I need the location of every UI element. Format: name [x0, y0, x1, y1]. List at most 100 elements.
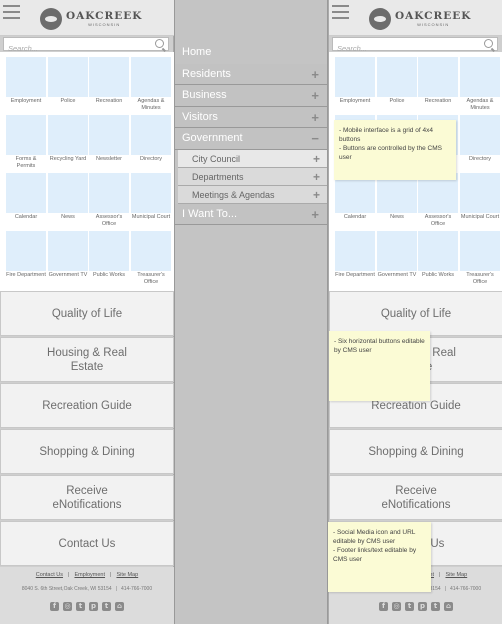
hamburger-menu-icon[interactable]: [332, 5, 349, 19]
tile-fire-department[interactable]: Fire Department: [6, 231, 46, 279]
tile-label: Directory: [468, 156, 491, 162]
facebook-icon[interactable]: f: [50, 602, 59, 611]
tile-label: Directory: [139, 156, 162, 162]
menu-item-residents[interactable]: Residents +: [175, 63, 327, 85]
tile-label: Calendar: [14, 214, 38, 220]
tile-agendas-minutes[interactable]: Agendas & Minutes: [460, 57, 500, 111]
footer-link-contact[interactable]: Contact Us: [36, 572, 63, 578]
tile-municipal-court[interactable]: Municipal Court: [460, 173, 500, 221]
plus-icon[interactable]: +: [311, 64, 319, 85]
pinterest-icon[interactable]: p: [89, 602, 98, 611]
tile-grid: Employment Police Recreation Agendas & Minu…: [0, 52, 174, 291]
tile-police[interactable]: Police: [377, 57, 417, 105]
tile-public-works[interactable]: Public Works: [89, 231, 129, 279]
plus-icon[interactable]: +: [311, 85, 319, 106]
button-recreation-guide[interactable]: Recreation Guide: [0, 383, 174, 428]
footer-link-employment[interactable]: Employment: [74, 572, 105, 578]
tile-government-tv[interactable]: Government TV: [48, 231, 88, 279]
plus-icon[interactable]: +: [311, 107, 319, 128]
logo[interactable]: OAKCREEK WISCONSIN: [369, 7, 471, 31]
submenu-item-city-council[interactable]: City Council +: [178, 149, 327, 168]
menu-label: Business: [182, 89, 227, 101]
minus-icon[interactable]: −: [311, 128, 319, 149]
search-icon[interactable]: [484, 39, 493, 48]
tile-public-works[interactable]: Public Works: [418, 231, 458, 279]
tile-image: [418, 231, 458, 271]
menu-item-government[interactable]: Government −: [175, 128, 327, 150]
tile-calendar[interactable]: Calendar: [6, 173, 46, 221]
tile-directory[interactable]: Directory: [131, 115, 171, 163]
tile-recreation[interactable]: Recreation: [418, 57, 458, 105]
tile-image: [89, 115, 129, 155]
tumblr-icon[interactable]: t: [102, 602, 111, 611]
twitter-icon[interactable]: t: [405, 602, 414, 611]
button-receive-enotifications[interactable]: Receive eNotifications: [0, 475, 174, 520]
footer-link-sitemap[interactable]: Site Map: [445, 572, 467, 578]
logo[interactable]: OAKCREEK WISCONSIN: [40, 7, 142, 31]
tile-calendar[interactable]: Calendar: [335, 173, 375, 221]
tile-image: [460, 57, 500, 97]
note-line: - Buttons are controlled by the CMS user: [339, 145, 442, 161]
facebook-icon[interactable]: f: [379, 602, 388, 611]
tile-treasurer-s-office[interactable]: Treasurer's Office: [131, 231, 171, 285]
tile-label: Police: [389, 98, 405, 104]
footer-link-sitemap[interactable]: Site Map: [116, 572, 138, 578]
button-receive-enotifications[interactable]: Receive eNotifications: [329, 475, 502, 520]
menu-item-home[interactable]: Home: [175, 42, 327, 64]
instagram-icon[interactable]: ◎: [63, 602, 72, 611]
oak-leaf-logo-icon: [369, 8, 391, 30]
home-icon[interactable]: ⌂: [444, 602, 453, 611]
menu-item-visitors[interactable]: Visitors +: [175, 106, 327, 128]
button-contact-us[interactable]: Contact Us: [0, 521, 174, 566]
tile-forms-permits[interactable]: Forms & Permits: [6, 115, 46, 169]
submenu-label: Departments: [192, 171, 244, 182]
tile-municipal-court[interactable]: Municipal Court: [131, 173, 171, 221]
plus-icon[interactable]: +: [313, 150, 320, 168]
search-icon[interactable]: [155, 39, 164, 48]
button-housing-real-estate[interactable]: Housing & Real Estate: [0, 337, 174, 382]
tile-recycling-yard[interactable]: Recycling Yard: [48, 115, 88, 163]
tile-image: [131, 173, 171, 213]
tile-recreation[interactable]: Recreation: [89, 57, 129, 105]
tile-label: Government TV: [377, 272, 417, 278]
button-shopping-dining[interactable]: Shopping & Dining: [329, 429, 502, 474]
instagram-icon[interactable]: ◎: [392, 602, 401, 611]
menu-item-i-want-to[interactable]: I Want To... +: [175, 203, 327, 225]
tile-treasurer-s-office[interactable]: Treasurer's Office: [460, 231, 500, 285]
hamburger-menu-icon[interactable]: [3, 5, 20, 19]
tile-newsletter[interactable]: Newsletter: [89, 115, 129, 163]
tile-label: Police: [60, 98, 76, 104]
menu-item-business[interactable]: Business +: [175, 85, 327, 107]
tile-news[interactable]: News: [48, 173, 88, 221]
menu-panel: Home Residents + Business + Visitors + Gove…: [174, 0, 328, 624]
tile-employment[interactable]: Employment: [335, 57, 375, 105]
button-quality-of-life[interactable]: Quality of Life: [0, 291, 174, 336]
tile-assessor-s-office[interactable]: Assessor's Office: [418, 173, 458, 227]
tumblr-icon[interactable]: t: [431, 602, 440, 611]
plus-icon[interactable]: +: [313, 186, 320, 204]
home-icon[interactable]: ⌂: [115, 602, 124, 611]
tile-employment[interactable]: Employment: [6, 57, 46, 105]
plus-icon[interactable]: +: [311, 204, 319, 225]
button-shopping-dining[interactable]: Shopping & Dining: [0, 429, 174, 474]
tile-image: [335, 57, 375, 97]
tile-police[interactable]: Police: [48, 57, 88, 105]
tile-agendas-minutes[interactable]: Agendas & Minutes: [131, 57, 171, 111]
header: OAKCREEK WISCONSIN: [0, 0, 174, 36]
submenu-label: Meetings & Agendas: [192, 189, 275, 200]
plus-icon[interactable]: +: [313, 168, 320, 186]
tile-government-tv[interactable]: Government TV: [377, 231, 417, 279]
tile-directory[interactable]: Directory: [460, 115, 500, 163]
twitter-icon[interactable]: t: [76, 602, 85, 611]
tile-label: Agendas & Minutes: [137, 98, 165, 111]
note-line: - Six horizontal buttons editable by CMS…: [334, 338, 425, 354]
submenu-item-departments[interactable]: Departments +: [178, 167, 327, 186]
submenu-label: City Council: [192, 153, 241, 164]
tile-assessor-s-office[interactable]: Assessor's Office: [89, 173, 129, 227]
pinterest-icon[interactable]: p: [418, 602, 427, 611]
submenu-item-meetings[interactable]: Meetings & Agendas +: [178, 185, 327, 204]
tile-news[interactable]: News: [377, 173, 417, 221]
button-quality-of-life[interactable]: Quality of Life: [329, 291, 502, 336]
tile-fire-department[interactable]: Fire Department: [335, 231, 375, 279]
tile-label: Forms & Permits: [15, 156, 37, 169]
